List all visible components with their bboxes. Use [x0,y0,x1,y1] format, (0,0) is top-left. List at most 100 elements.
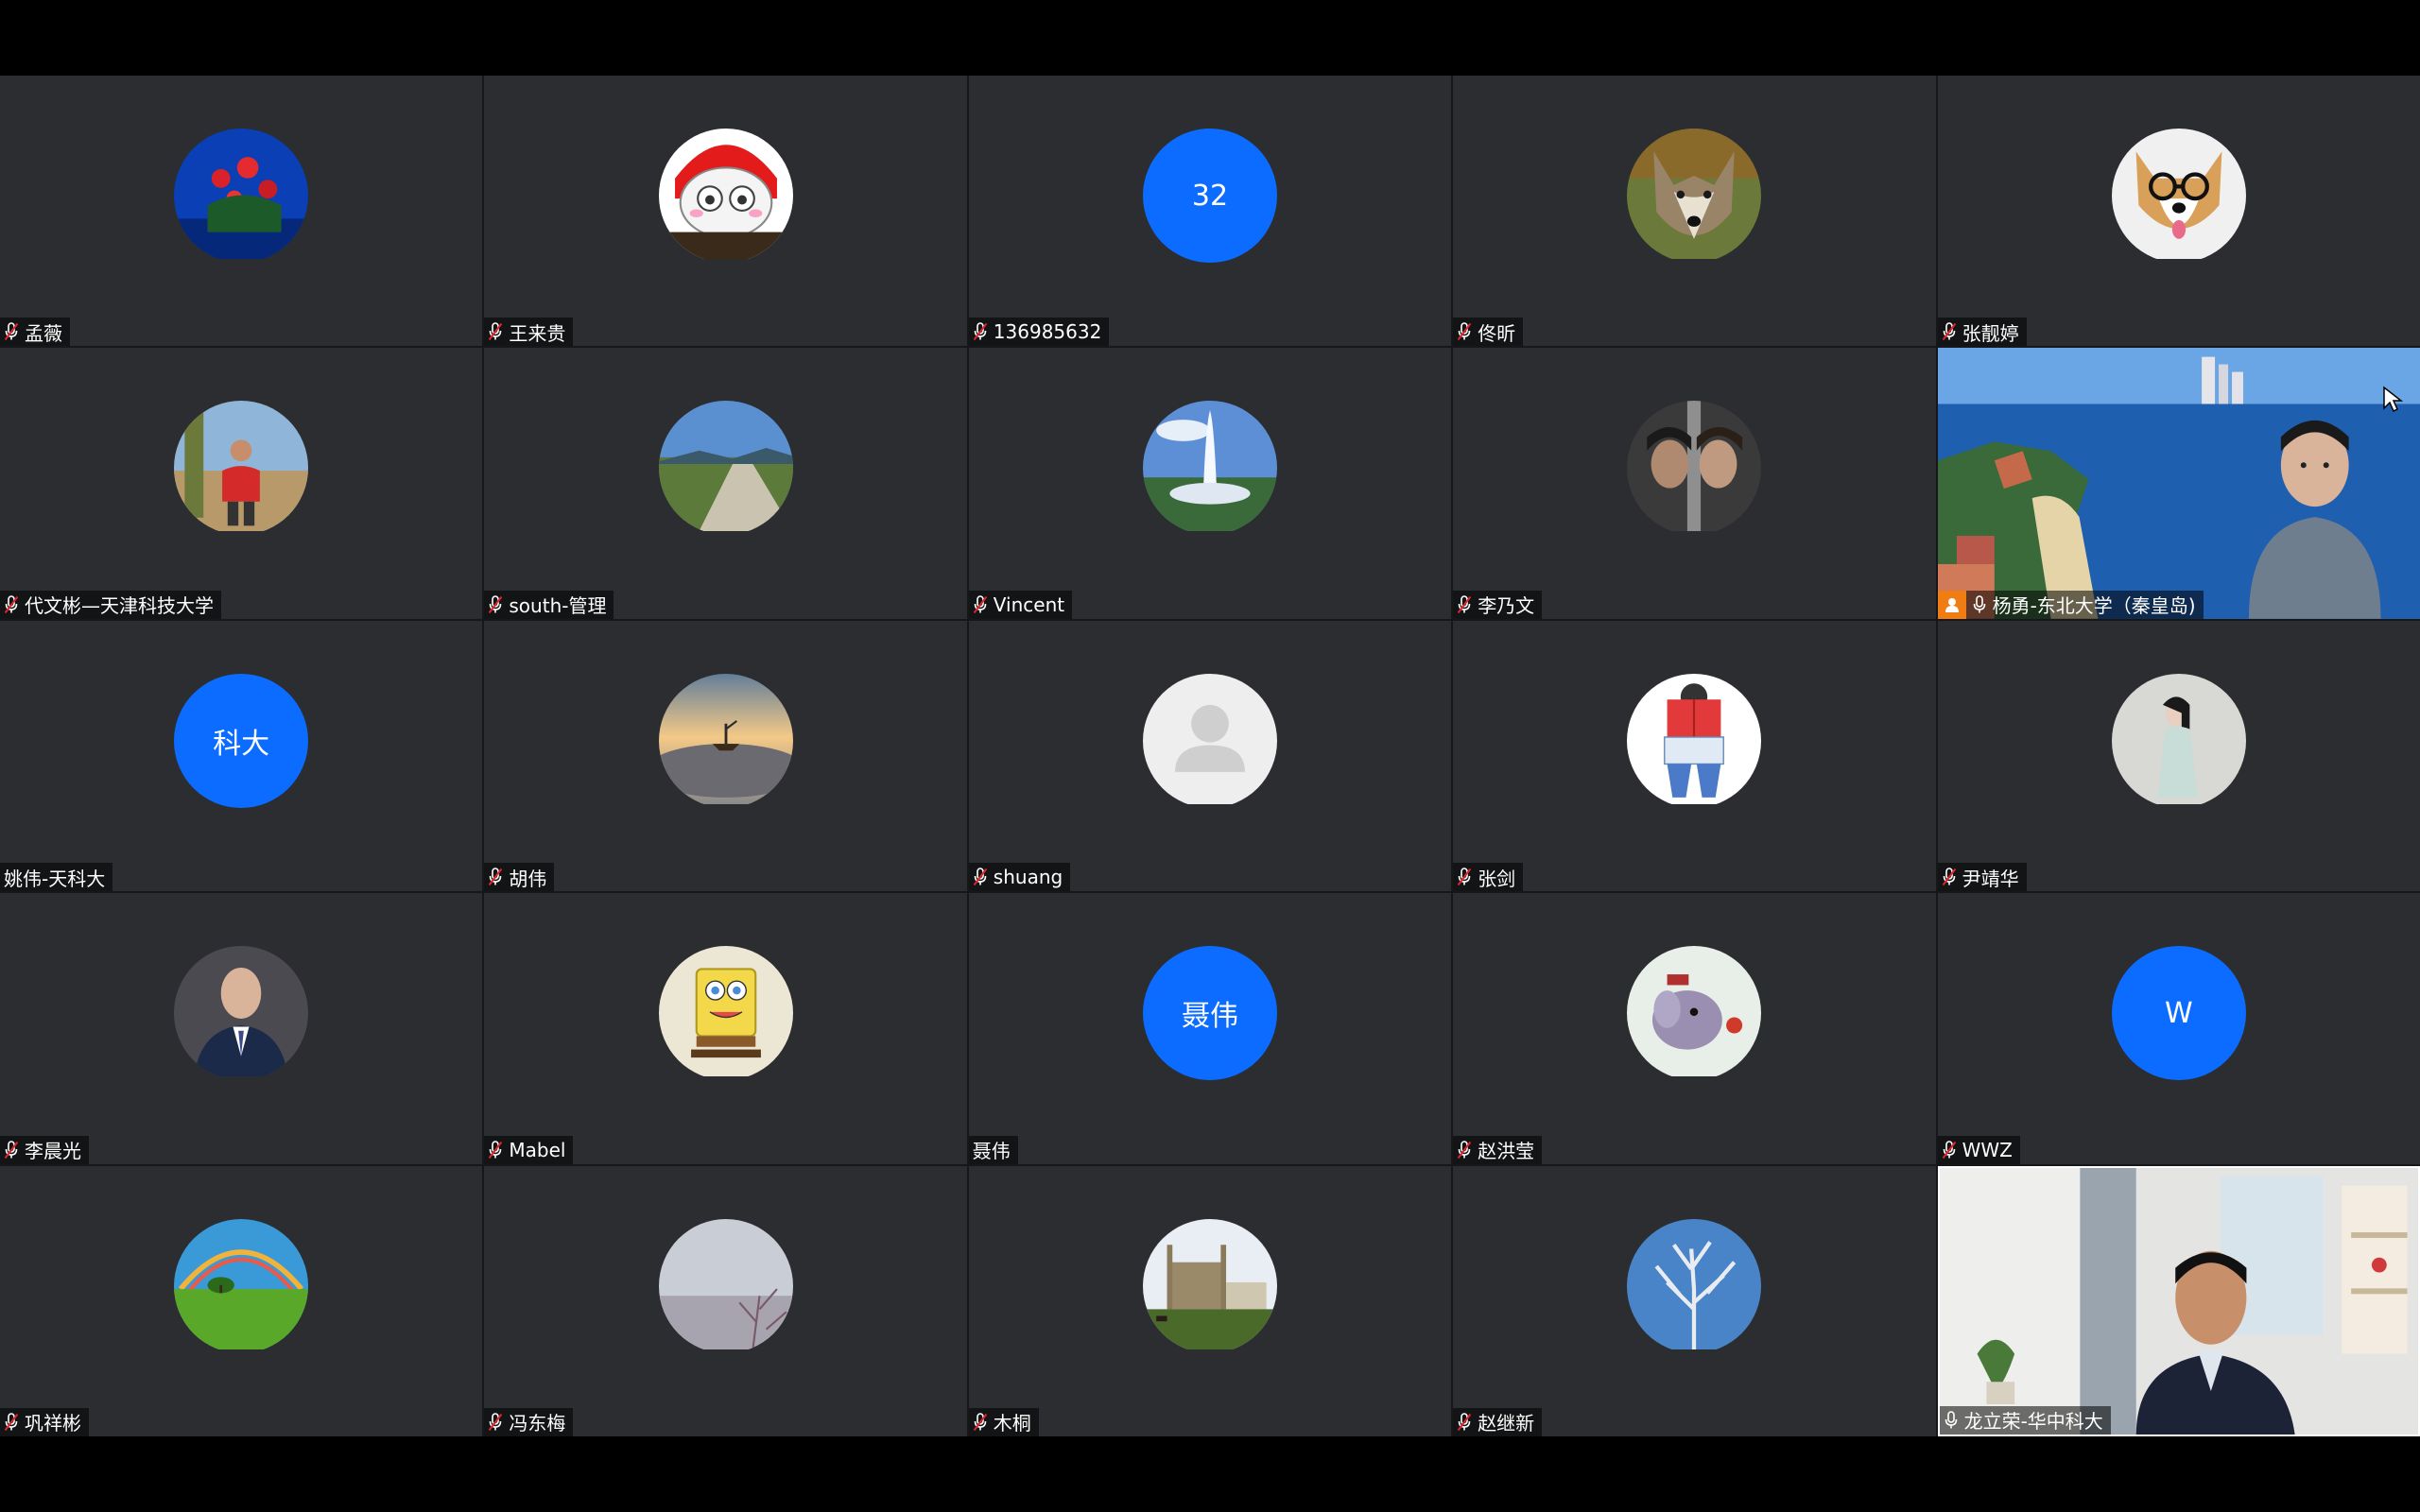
snowy-tree-photo-icon [1627,1218,1762,1353]
avatar [174,1218,309,1353]
participant-name-tag: 尹靖华 [1937,863,2027,892]
red-flowers-on-blue-sky-photo-icon [174,129,309,263]
spongebob-cartoon-icon [658,946,793,1080]
muted-microphone-icon [488,868,503,886]
participant-tile[interactable]: 胡伟 [484,620,967,892]
participant-tile[interactable]: 龙立荣-华中科大 [1937,1165,2420,1436]
avatar-initials: W [2164,996,2193,1030]
participant-name: 赵洪莹 [1478,1140,1535,1163]
avatar [1627,1218,1762,1353]
cartoon-girl-快乐愚人-sticker-icon [658,129,793,263]
participant-tile[interactable]: 巩祥彬 [0,1165,483,1436]
participant-name-tag: 姚伟-天科大 [0,863,113,892]
host-icon [1937,590,1966,619]
avatar [658,129,793,263]
participant-tile[interactable]: 科大姚伟-天科大 [0,620,483,892]
muted-microphone-icon [1457,1140,1472,1160]
college-chapel-photo-icon [1142,1218,1277,1353]
participant-name: 巩祥彬 [25,1412,81,1435]
avatar: 32 [1142,129,1277,263]
participant-name: WWZ [1962,1138,2013,1161]
participant-tile[interactable]: 冯东梅 [484,1165,967,1436]
participant-name: 杨勇-东北大学（秦皇岛) [1992,594,2196,618]
participant-tile[interactable]: 杨勇-东北大学（秦皇岛) [1937,348,2420,619]
avatar: W [2111,946,2246,1081]
green-field-with-tree-photo-icon [174,1218,309,1353]
participant-tile[interactable]: 李乃文 [1453,348,1936,619]
participant-name-tag: Vincent [968,590,1073,619]
avatar [658,673,793,808]
participant-name: 李晨光 [25,1140,81,1163]
avatar [1627,401,1762,535]
participant-tile[interactable]: 李晨光 [0,893,483,1164]
microphone-icon [1972,594,1987,614]
avatar-initials: 聂伟 [1181,1000,1238,1034]
cartoon-elephant-icon [1627,946,1762,1080]
participant-name-tag: 聂伟 [968,1135,1018,1164]
man-in-red-shirt-photo-icon [174,401,309,535]
woman-in-white-dress-photo-icon [2111,673,2246,808]
participant-tile[interactable]: 张剑 [1453,620,1936,892]
muted-microphone-icon [973,594,988,614]
participant-name: 136985632 [993,320,1102,344]
participant-name-tag: 张剑 [1453,863,1524,892]
dog-with-glasses-photo-icon [2111,129,2246,263]
participant-tile[interactable]: 木桐 [968,1165,1452,1436]
participant-name-tag: WWZ [1937,1135,2020,1164]
participant-name: 聂伟 [972,1140,1011,1163]
man-in-office-video-icon [1939,1167,2418,1435]
participant-name: shuang [993,866,1063,889]
participant-gallery-grid: 孟薇 王来贵 32 136985632 佟昕 张靓婷代文彬—天津科技大学 south-管理 V… [0,76,2420,1436]
avatar-initials: 科大 [213,727,270,761]
participant-name-tag: 佟昕 [1453,318,1524,347]
participant-name: 张剑 [1478,867,1516,890]
participant-tile[interactable]: 佟昕 [1453,76,1936,347]
participant-tile[interactable]: 代文彬—天津科技大学 [0,348,483,619]
participant-tile[interactable]: south-管理 [484,348,967,619]
avatar [174,401,309,535]
muted-microphone-icon [488,1413,503,1432]
participant-name: 孟薇 [25,321,62,345]
participant-name-tag: Mabel [484,1135,574,1164]
muted-microphone-icon [1457,594,1472,614]
participant-name: 胡伟 [509,867,547,890]
avatar [1627,129,1762,263]
participant-tile[interactable]: W WWZ [1937,893,2420,1164]
participant-tile[interactable]: 聂伟 聂伟 [968,893,1452,1164]
participant-name: 王来贵 [509,321,566,345]
person-on-boat-in-clouds-photo-icon [658,673,793,808]
misty-branches-photo-icon [658,1218,793,1353]
participant-name-tag: 赵继新 [1453,1407,1543,1436]
participant-name-tag: 王来贵 [484,318,574,347]
participant-name: Mabel [509,1138,566,1161]
avatar [1627,946,1762,1080]
participant-name: 姚伟-天科大 [4,867,106,890]
participant-tile[interactable]: 赵继新 [1453,1165,1936,1436]
participant-name: 赵继新 [1478,1412,1535,1435]
muted-microphone-icon [973,868,988,886]
coastal-city-background-video-icon [1937,348,2420,619]
participant-name-tag: 李乃文 [1453,590,1543,619]
muted-microphone-icon [488,594,503,614]
muted-microphone-icon [4,322,19,341]
avatar [1142,673,1277,808]
participant-tile[interactable]: 赵洪莹 [1453,893,1936,1164]
participant-tile[interactable]: shuang [968,620,1452,892]
participant-tile[interactable]: 孟薇 [0,76,483,347]
participant-name-tag: 张靓婷 [1937,318,2027,347]
participant-name: 尹靖华 [1962,867,2019,890]
muted-microphone-icon [973,322,988,341]
participant-tile[interactable]: 尹靖华 [1937,620,2420,892]
participant-tile[interactable]: Vincent [968,348,1452,619]
participant-tile[interactable]: Mabel [484,893,967,1164]
participant-name: 李乃文 [1478,594,1535,618]
muted-microphone-icon [1942,322,1957,341]
avatar [1627,673,1762,808]
man-in-suit-portrait-photo-icon [174,946,309,1080]
default-person-icon [1142,673,1277,808]
muted-microphone-icon [1457,868,1472,886]
participant-tile[interactable]: 张靓婷 [1937,76,2420,347]
participant-tile[interactable]: 32 136985632 [968,76,1452,347]
participant-name-tag: 李晨光 [0,1135,89,1164]
participant-tile[interactable]: 王来贵 [484,76,967,347]
